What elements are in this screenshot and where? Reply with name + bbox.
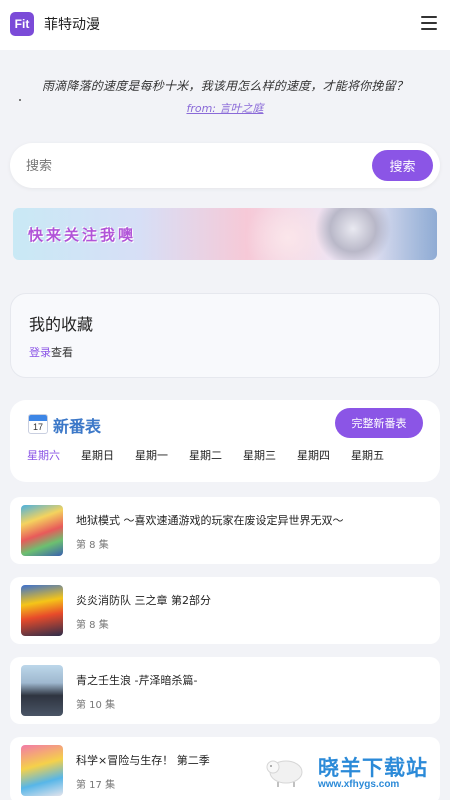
anime-cover bbox=[21, 505, 63, 556]
banner-text: 快来关注我噢 bbox=[28, 226, 137, 244]
promo-banner[interactable]: 快来关注我噢 bbox=[13, 208, 437, 260]
schedule-card: 17 新番表 完整新番表 星期六 星期日 星期一 星期二 星期三 星期四 星期五 bbox=[10, 400, 440, 482]
tab-tuesday[interactable]: 星期二 bbox=[189, 447, 222, 463]
anime-title: 科学×冒险与生存！ 第二季 bbox=[76, 754, 210, 767]
tab-wednesday[interactable]: 星期三 bbox=[243, 447, 276, 463]
favorites-card: 我的收藏 登录查看 bbox=[10, 293, 440, 378]
full-schedule-button[interactable]: 完整新番表 bbox=[335, 408, 423, 438]
tab-sunday[interactable]: 星期日 bbox=[81, 447, 114, 463]
login-link[interactable]: 登录 bbox=[29, 346, 51, 359]
sheep-watermark-icon bbox=[266, 760, 303, 787]
anime-episode: 第 10 集 bbox=[76, 700, 116, 711]
tab-friday[interactable]: 星期五 bbox=[351, 447, 384, 463]
calendar-icon: 17 bbox=[28, 414, 48, 434]
daily-quote: 雨滴降落的速度是每秒十米，我该用怎么样的速度，才能将你挽留？ bbox=[41, 79, 408, 93]
anime-list-item[interactable]: 青之壬生浪 -芹泽暗杀篇- 第 10 集 bbox=[10, 657, 440, 724]
anime-cover bbox=[21, 585, 63, 636]
app-logo[interactable]: Fit bbox=[10, 12, 34, 36]
anime-episode: 第 8 集 bbox=[76, 620, 109, 631]
anime-cover bbox=[21, 745, 63, 796]
tab-saturday[interactable]: 星期六 bbox=[27, 447, 60, 463]
watermark-text: 晓羊下载站 bbox=[318, 756, 428, 780]
weekday-tabs: 星期六 星期日 星期一 星期二 星期三 星期四 星期五 bbox=[27, 447, 405, 463]
anime-list-item[interactable]: 炎炎消防队 三之章 第2部分 第 8 集 bbox=[10, 577, 440, 644]
anime-list-item[interactable]: 地狱模式 ～喜欢速通游戏的玩家在废设定异世界无双～ 第 8 集 bbox=[10, 497, 440, 564]
schedule-title: 新番表 bbox=[53, 417, 102, 436]
anime-title: 青之壬生浪 -芹泽暗杀篇- bbox=[76, 674, 198, 687]
anime-episode: 第 17 集 bbox=[76, 780, 116, 791]
watermark-url: www.xfhygs.com bbox=[318, 779, 400, 790]
search-button[interactable]: 搜索 bbox=[372, 150, 433, 181]
anime-title: 炎炎消防队 三之章 第2部分 bbox=[76, 594, 211, 607]
search-bar: 搜索 bbox=[10, 143, 440, 188]
favorites-title: 我的收藏 bbox=[29, 315, 94, 334]
anime-cover bbox=[21, 665, 63, 716]
app-title: 菲特动漫 bbox=[44, 17, 100, 33]
anime-title: 地狱模式 ～喜欢速通游戏的玩家在废设定异世界无双～ bbox=[76, 514, 344, 527]
tab-monday[interactable]: 星期一 bbox=[135, 447, 168, 463]
search-input[interactable] bbox=[26, 155, 356, 177]
top-bar: Fit 菲特动漫 bbox=[0, 0, 450, 50]
quote-source-link[interactable]: from: 言叶之庭 bbox=[0, 100, 450, 116]
anime-episode: 第 8 集 bbox=[76, 540, 109, 551]
tab-thursday[interactable]: 星期四 bbox=[297, 447, 330, 463]
favorites-hint: 登录查看 bbox=[29, 344, 73, 360]
hamburger-menu-icon[interactable] bbox=[421, 16, 437, 30]
favorites-hint-suffix: 查看 bbox=[51, 346, 73, 359]
